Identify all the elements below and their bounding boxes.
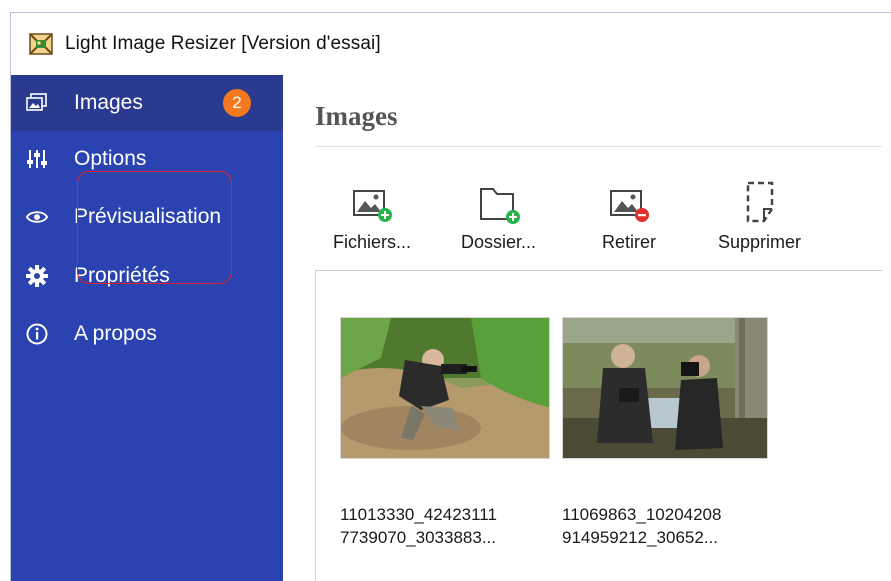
title-bar: Light Image Resizer [Version d'essai] [11, 13, 891, 75]
image-list[interactable]: 11013330_42423111 7739070_3033883... 110… [315, 270, 882, 581]
add-files-button[interactable]: Fichiers... [333, 173, 411, 253]
remove-image-icon [604, 173, 654, 225]
images-icon [26, 92, 48, 114]
sidebar: Images 2 Options Prévisualisation Propri… [11, 75, 283, 581]
sliders-icon [26, 148, 48, 170]
delete-label: Supprimer [718, 232, 802, 252]
page-title: Images [315, 101, 398, 131]
window-title: Light Image Resizer [Version d'essai] [65, 33, 381, 54]
sidebar-item-label: Options [74, 147, 147, 170]
info-icon [26, 323, 48, 345]
photo-thumbnail-2 [563, 318, 767, 458]
delete-button[interactable]: Supprimer [718, 173, 801, 253]
file-name: 11013330_42423111 7739070_3033883... [340, 505, 497, 547]
gear-icon [26, 265, 48, 287]
remove-button[interactable]: Retirer [602, 173, 656, 253]
file-name: 11069863_10204208 914959212_30652... [562, 505, 722, 547]
sidebar-item-label: A propos [74, 322, 157, 345]
clear-list-icon [735, 173, 785, 225]
app-logo-icon [29, 33, 53, 55]
images-count-badge: 2 [223, 89, 251, 117]
image-thumbnail[interactable] [562, 317, 768, 459]
sidebar-item-a-propos[interactable]: A propos [11, 306, 283, 362]
add-files-label: Fichiers... [333, 232, 412, 252]
add-image-icon [347, 173, 397, 225]
photo-thumbnail-1 [341, 318, 549, 458]
image-thumbnail[interactable] [340, 317, 550, 459]
sidebar-item-label: Images [74, 91, 143, 114]
app-window: Light Image Resizer [Version d'essai] Im… [10, 12, 891, 581]
remove-label: Retirer [602, 232, 657, 252]
add-folder-label: Dossier... [461, 232, 537, 252]
sidebar-item-images[interactable]: Images 2 [11, 75, 283, 131]
annotation-highlight-box [77, 171, 232, 284]
add-folder-button[interactable]: Dossier... [461, 173, 536, 253]
title-divider [315, 146, 882, 147]
eye-icon [26, 206, 48, 228]
add-folder-icon [474, 173, 524, 225]
